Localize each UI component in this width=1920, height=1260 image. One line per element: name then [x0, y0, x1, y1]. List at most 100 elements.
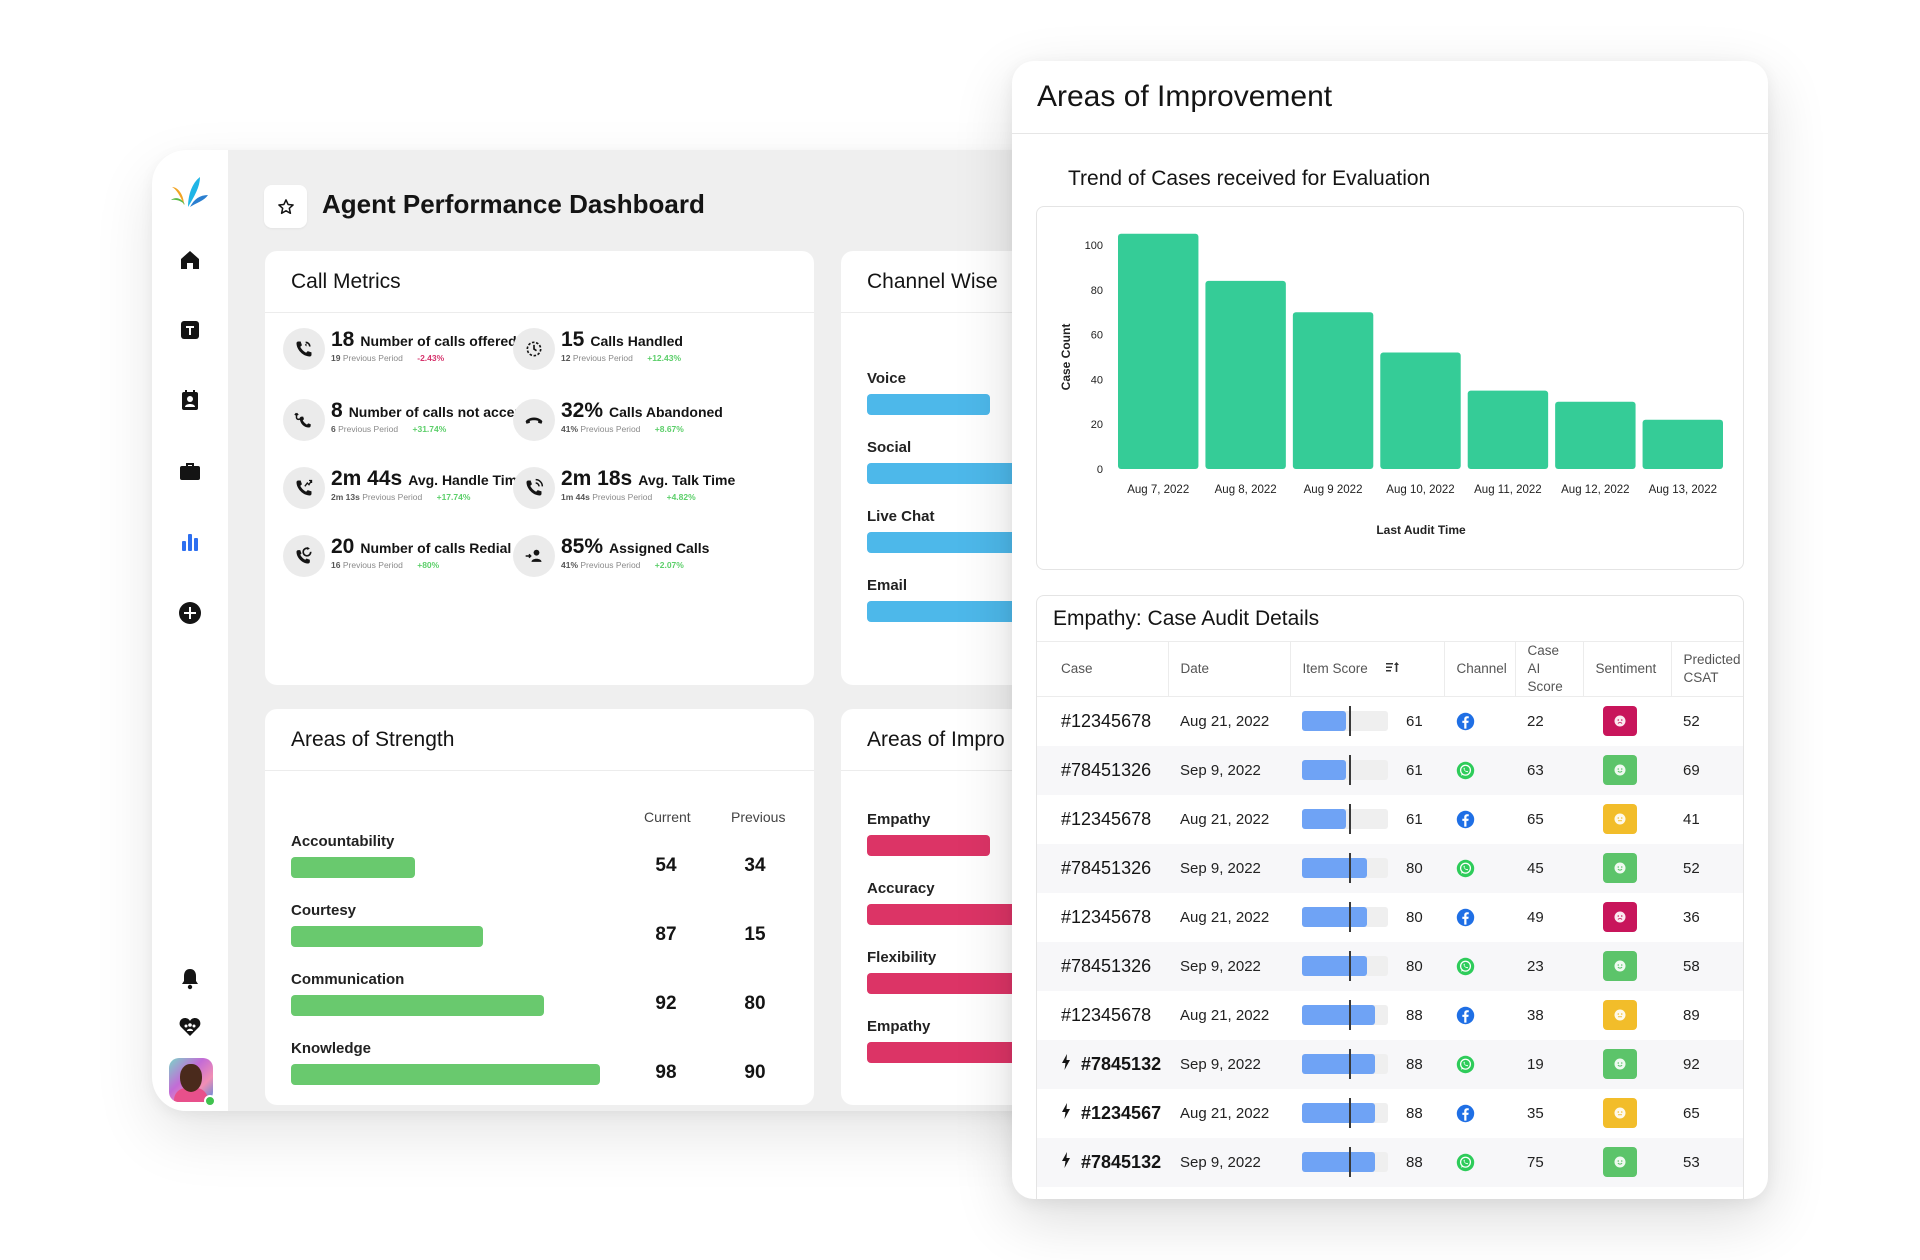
case-id-cell[interactable]: #12345678 [1037, 893, 1168, 942]
strength-previous-value: 80 [744, 993, 766, 1014]
metric-value: 20 [331, 535, 355, 558]
sentiment-negative-icon [1603, 902, 1637, 932]
metric-value: 85% [561, 535, 604, 558]
item-score-value: 88 [1406, 1055, 1423, 1073]
sentiment-positive-icon [1603, 951, 1637, 981]
x-axis-label: Last Audit Time [1376, 523, 1466, 537]
metric-label: Number of calls offered [360, 333, 517, 349]
table-row[interactable]: #78451326 Sep 9, 2022 80 23 58 [1037, 941, 1743, 991]
header-sentiment[interactable]: Sentiment [1583, 642, 1672, 697]
phone-outgoing-icon [283, 467, 325, 509]
header-date[interactable]: Date [1168, 642, 1291, 697]
sentiment-cell [1583, 1039, 1671, 1089]
header-channel[interactable]: Channel [1444, 642, 1516, 697]
chart-bar[interactable] [1292, 312, 1374, 469]
table-row[interactable]: #78451326 Sep 9, 2022 61 63 69 [1037, 745, 1743, 795]
table-row[interactable]: #7845132 Sep 9, 2022 88 75 53 [1037, 1137, 1743, 1187]
bell-icon[interactable] [177, 966, 203, 992]
item-score-value: 88 [1406, 1104, 1423, 1122]
header-case[interactable]: Case [1037, 642, 1169, 697]
metric-label: Calls Abandoned [609, 404, 723, 420]
table-row[interactable]: #1234567 Aug 21, 2022 88 35 65 [1037, 1089, 1743, 1138]
call-metrics-card: Call Metrics 18 Number of calls offered … [265, 251, 814, 685]
strength-previous-value: 34 [744, 855, 766, 876]
home-icon[interactable] [177, 247, 203, 273]
item-score-cell: 80 [1290, 893, 1444, 942]
sort-icon[interactable] [1385, 660, 1400, 678]
table-row[interactable]: #12345678 Aug 21, 2022 61 65 41 [1037, 795, 1743, 844]
case-id-cell[interactable]: #12345678 [1037, 795, 1168, 844]
predicted-csat-cell: 89 [1683, 1006, 1700, 1024]
item-score-cell: 61 [1290, 697, 1444, 746]
sentiment-cell [1583, 1089, 1671, 1138]
lightning-icon [1061, 1053, 1071, 1075]
chart-bar[interactable] [1380, 352, 1461, 469]
channel-cell [1444, 1137, 1515, 1187]
chart-bar[interactable] [1467, 390, 1549, 469]
header-item-score[interactable]: Item Score [1290, 642, 1445, 697]
page-title: Agent Performance Dashboard [322, 189, 705, 219]
case-id-cell[interactable]: #78451326 [1037, 745, 1168, 795]
ai-score-cell: 22 [1527, 712, 1544, 730]
case-audit-title: Empathy: Case Audit Details [1037, 596, 1743, 642]
trend-chart: 0 20 40 60 80 100 Aug 7, 2022 Aug 8, 2022 Aug 9 … [1036, 206, 1744, 570]
date-cell: Aug 21, 2022 [1180, 1104, 1270, 1122]
facebook-icon [1456, 1006, 1503, 1025]
areas-of-improvement-panel: Areas of Improvement Trend of Cases rece… [1012, 61, 1768, 1199]
case-id: #12345678 [1061, 808, 1152, 829]
header-case-ai-score[interactable]: Case AI Score [1515, 642, 1584, 697]
channel-label: Voice [867, 370, 906, 387]
x-tick-label: Aug 10, 2022 [1386, 484, 1454, 496]
ai-score-cell: 45 [1515, 843, 1583, 893]
ai-score-cell: 65 [1527, 810, 1544, 828]
y-tick-label: 40 [1091, 374, 1103, 386]
case-id-cell[interactable]: #7845132 [1037, 1137, 1168, 1187]
item-score-target-marker [1349, 755, 1351, 785]
metric-delta: +80% [417, 560, 440, 570]
phone-ringing-icon [513, 467, 555, 509]
case-id-cell[interactable]: #78451326 [1037, 941, 1168, 991]
y-tick-label: 0 [1097, 464, 1103, 476]
heart-people-icon[interactable] [177, 1014, 203, 1040]
date-cell: Aug 21, 2022 [1180, 810, 1270, 828]
predicted-csat-cell: 52 [1671, 843, 1743, 893]
table-row[interactable]: #12345678 Aug 21, 2022 88 38 89 [1037, 991, 1743, 1040]
case-id-cell[interactable]: #78451326 [1037, 843, 1168, 893]
channel-cell [1444, 795, 1515, 844]
improvement-label: Empathy [867, 1018, 931, 1035]
chart-bar[interactable] [1205, 280, 1286, 469]
facebook-icon [1456, 810, 1503, 829]
item-score-bar [1302, 706, 1388, 737]
case-id: #1234567 [1081, 1102, 1162, 1123]
strength-current-value: 92 [655, 993, 677, 1014]
chart-bar[interactable] [1555, 401, 1636, 469]
metric-previous-value: 41% [561, 424, 579, 434]
metric-item: 15 Calls Handled 12 Previous Period +12.… [513, 328, 683, 370]
sentiment-neutral-icon [1603, 1000, 1637, 1030]
table-row[interactable]: #12345678 Aug 21, 2022 80 49 36 [1037, 893, 1743, 942]
chart-bar[interactable] [1118, 233, 1199, 469]
case-id-cell[interactable]: #7845132 [1037, 1039, 1168, 1089]
favorite-star-button[interactable] [264, 185, 307, 228]
table-row[interactable]: #7845132 Sep 9, 2022 88 19 92 [1037, 1039, 1743, 1089]
item-score-value: 61 [1406, 810, 1423, 828]
metric-previous-label: Previous Period [580, 424, 641, 434]
header-predicted-csat[interactable]: Predicted CSAT [1671, 642, 1743, 697]
plus-circle-icon[interactable] [177, 600, 203, 626]
table-row[interactable]: #12345678 Aug 21, 2022 61 22 52 [1037, 697, 1743, 746]
x-tick-label: Aug 13, 2022 [1649, 484, 1717, 496]
contact-card-icon[interactable] [177, 387, 203, 413]
case-id-cell[interactable]: #12345678 [1037, 697, 1168, 746]
metric-delta: +4.82% [666, 492, 696, 502]
briefcase-icon[interactable] [177, 458, 203, 484]
x-tick-label: Aug 7, 2022 [1127, 484, 1189, 496]
bar-chart-icon[interactable] [177, 529, 203, 555]
case-id-cell[interactable]: #12345678 [1037, 991, 1168, 1040]
text-box-icon[interactable] [177, 317, 203, 343]
channel-label: Live Chat [867, 508, 935, 525]
table-row[interactable]: #78451326 Sep 9, 2022 80 45 52 [1037, 843, 1743, 893]
app-logo-icon[interactable] [170, 175, 210, 211]
metric-previous-value: 1m 44s [561, 492, 590, 502]
chart-bar[interactable] [1642, 419, 1723, 469]
case-id-cell[interactable]: #1234567 [1037, 1089, 1168, 1138]
